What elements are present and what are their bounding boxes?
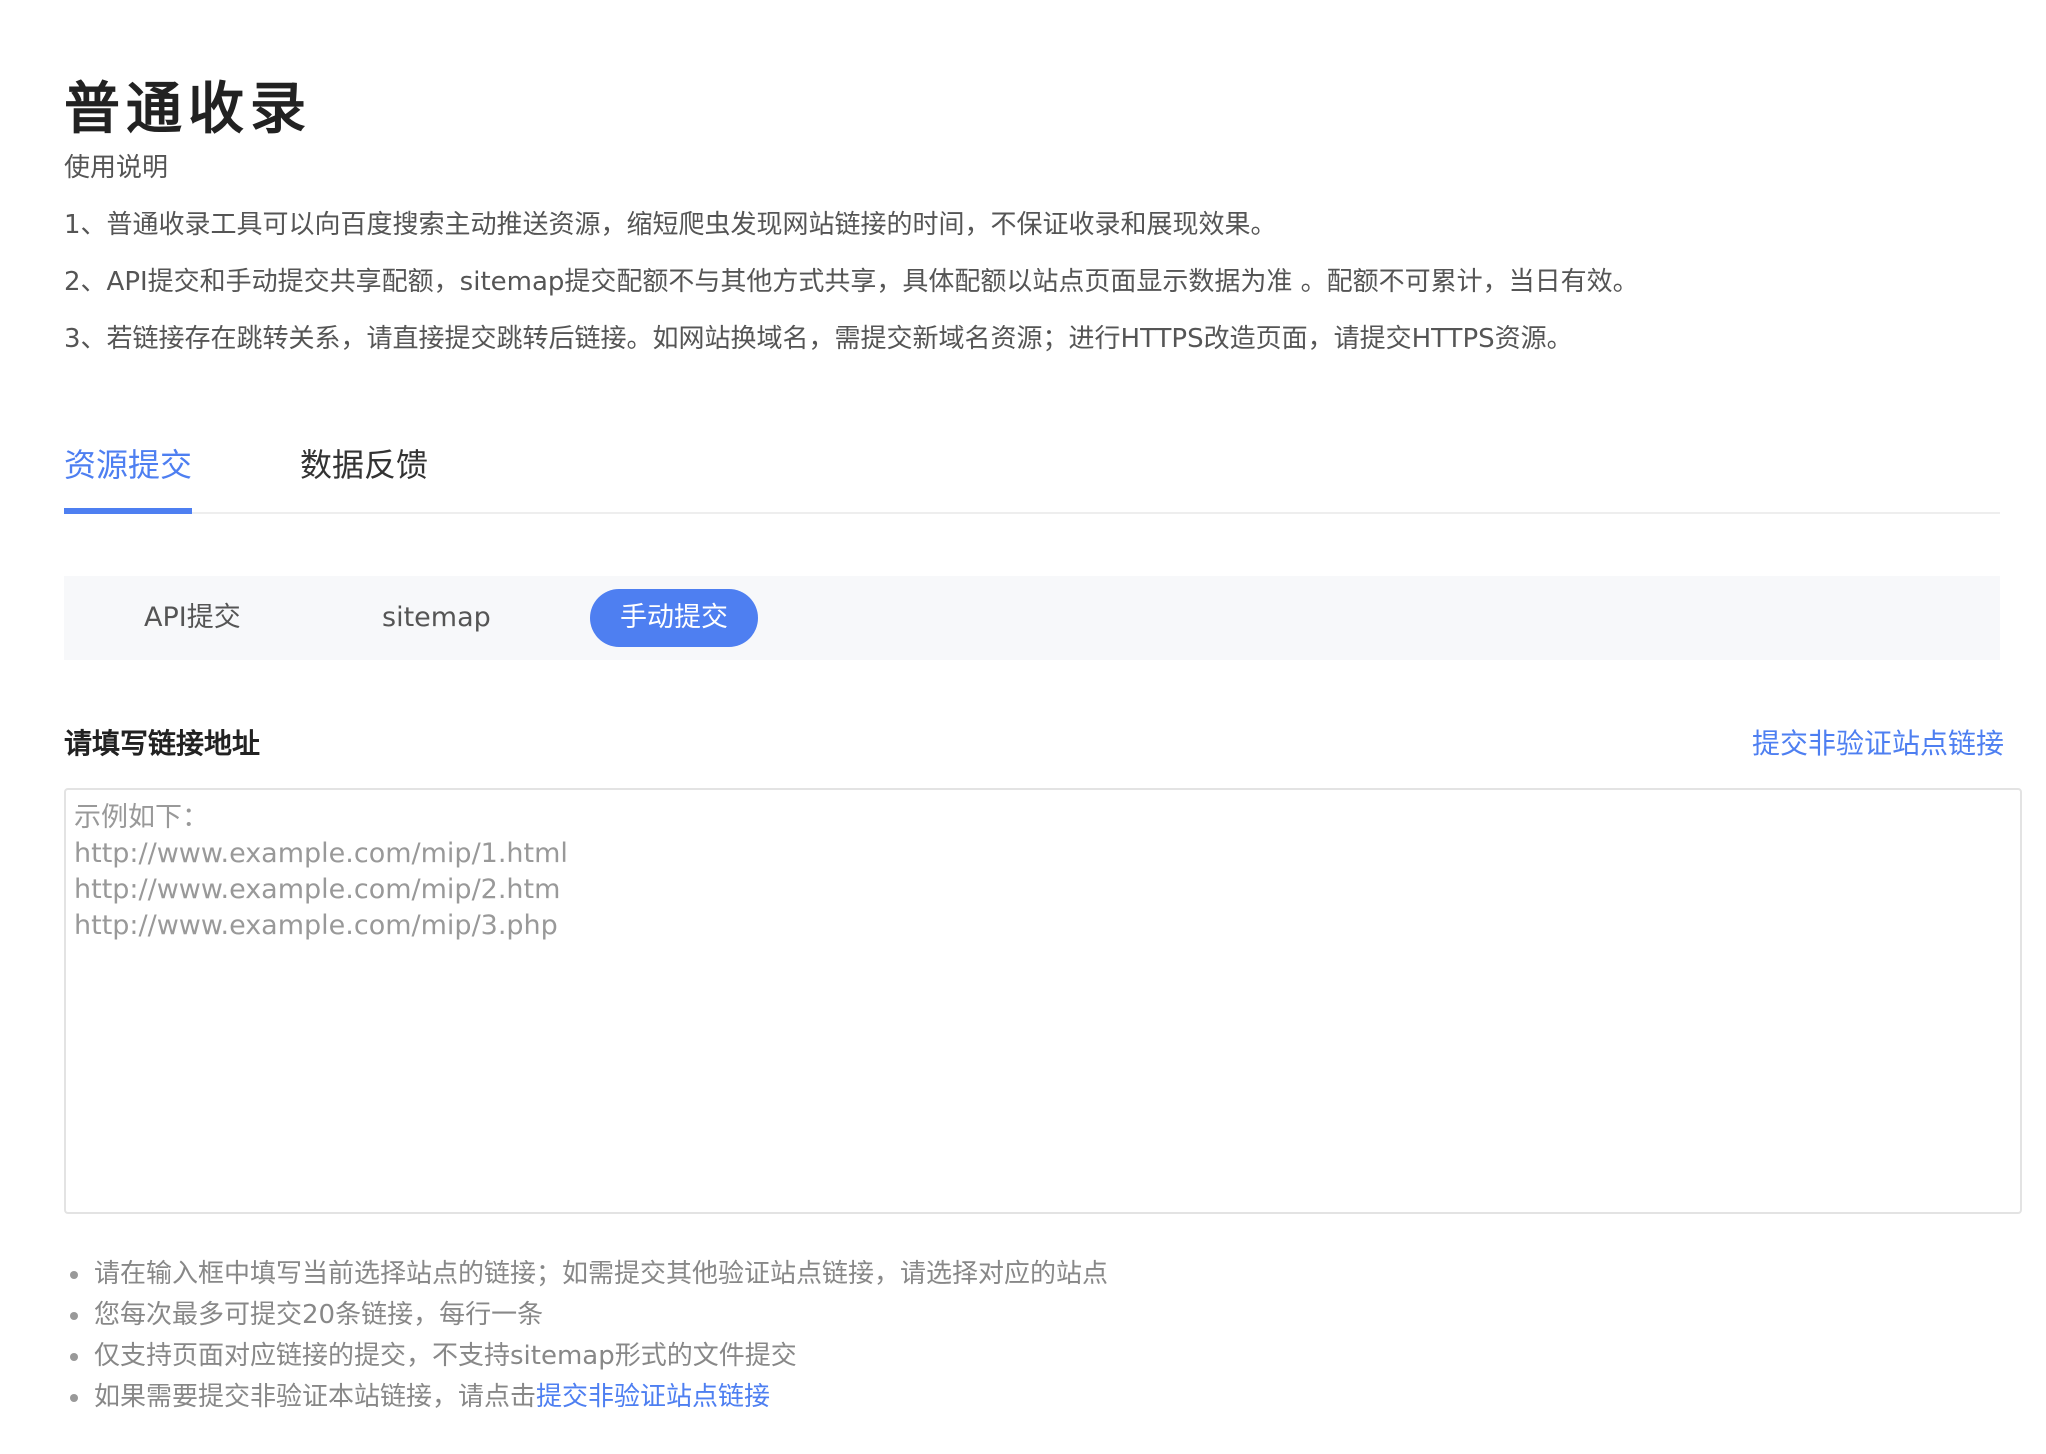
usage-instructions: 使用说明 1、普通收录工具可以向百度搜索主动推送资源，缩短爬虫发现网站链接的时间… [64,140,1964,368]
instructions-heading: 使用说明 [64,153,169,183]
bullet-icon [70,1353,78,1361]
tip-submit-unverified-link[interactable]: 提交非验证站点链接 [536,1382,770,1412]
instruction-line-1: 1、普通收录工具可以向百度搜索主动推送资源，缩短爬虫发现网站链接的时间，不保证收… [64,210,1277,240]
tip-text: 请在输入框中填写当前选择站点的链接；如需提交其他验证站点链接，请选择对应的站点 [94,1259,1109,1289]
bullet-icon [70,1394,78,1402]
tip-item: 仅支持页面对应链接的提交，不支持sitemap形式的文件提交 [64,1336,1108,1377]
tip-item: 请在输入框中填写当前选择站点的链接；如需提交其他验证站点链接，请选择对应的站点 [64,1254,1108,1295]
subtab-sitemap[interactable]: sitemap [382,589,491,647]
subtab-api-submit[interactable]: API提交 [144,589,241,647]
submit-method-tabs: API提交 sitemap 手动提交 [64,576,2000,660]
instruction-line-3: 3、若链接存在跳转关系，请直接提交跳转后链接。如网站换域名，需提交新域名资源；进… [64,324,1573,354]
tips-list: 请在输入框中填写当前选择站点的链接；如需提交其他验证站点链接，请选择对应的站点 … [64,1254,1108,1418]
main-tabs: 资源提交 数据反馈 [64,420,2000,514]
instruction-line-2: 2、API提交和手动提交共享配额，sitemap提交配额不与其他方式共享，具体配… [64,267,1639,297]
bullet-icon [70,1312,78,1320]
url-textarea[interactable] [64,788,2022,1214]
subtab-manual-submit[interactable]: 手动提交 [590,589,758,647]
submit-unverified-site-link[interactable]: 提交非验证站点链接 [1752,727,2004,760]
tip-text: 您每次最多可提交20条链接，每行一条 [94,1300,544,1330]
tip-text: 如果需要提交非验证本站链接，请点击 [94,1382,537,1412]
bullet-icon [70,1271,78,1279]
tip-text: 仅支持页面对应链接的提交，不支持sitemap形式的文件提交 [94,1341,797,1371]
tip-item: 您每次最多可提交20条链接，每行一条 [64,1295,1108,1336]
tip-item: 如果需要提交非验证本站链接，请点击提交非验证站点链接 [64,1377,1108,1418]
submit-unverified-link-container: 提交非验证站点链接 [68,722,2004,762]
url-input-label: 请填写链接地址 [64,727,261,760]
page-title: 普通收录 [64,76,312,142]
tab-resource-submit[interactable]: 资源提交 [64,440,193,514]
tab-data-feedback[interactable]: 数据反馈 [300,440,428,510]
